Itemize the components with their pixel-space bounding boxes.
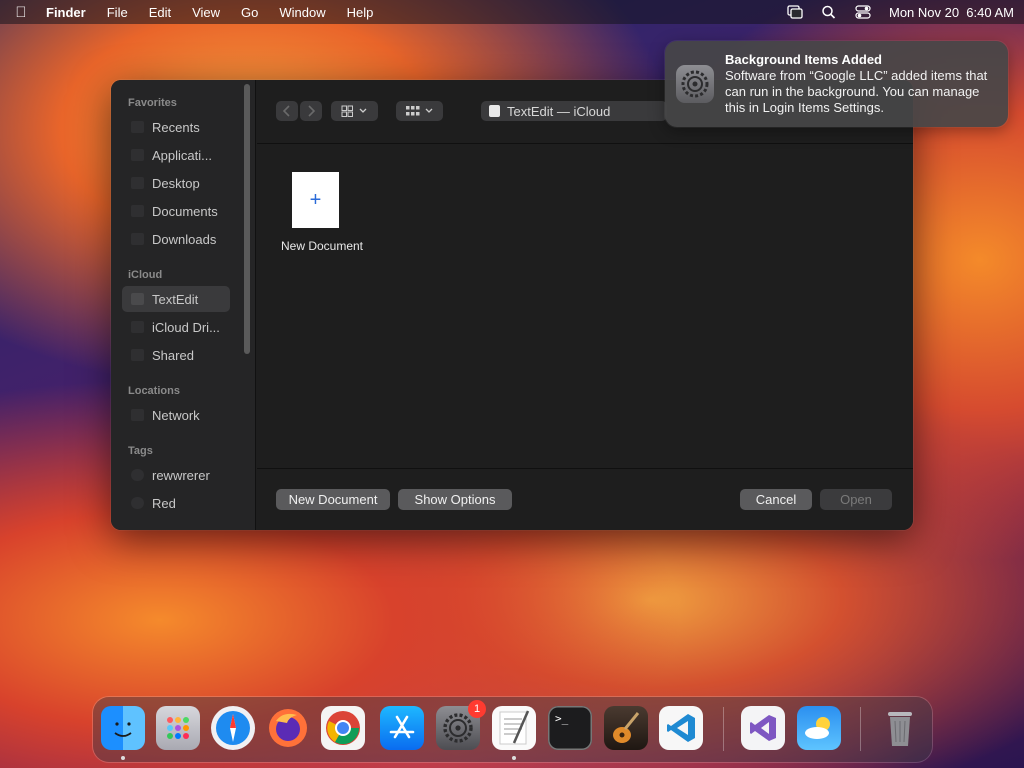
new-document-tile[interactable]: + xyxy=(292,172,339,228)
applications-icon xyxy=(131,149,144,161)
menu-go[interactable]: Go xyxy=(241,5,258,20)
safari-icon[interactable] xyxy=(211,706,255,750)
chrome-icon[interactable] xyxy=(321,706,365,750)
menu-app-name[interactable]: Finder xyxy=(46,5,86,20)
file-browser: + New Document xyxy=(257,145,913,468)
system-settings-icon xyxy=(676,65,714,103)
finder-icon[interactable] xyxy=(101,706,145,750)
menu-edit[interactable]: Edit xyxy=(149,5,171,20)
notification-banner[interactable]: Background Items Added Software from “Go… xyxy=(665,41,1008,127)
show-options-button[interactable]: Show Options xyxy=(398,489,512,510)
control-center-icon[interactable] xyxy=(855,5,871,19)
menu-help[interactable]: Help xyxy=(347,5,374,20)
sidebar-item-shared[interactable]: Shared xyxy=(122,342,230,368)
app-store-icon[interactable] xyxy=(380,706,424,750)
weather-icon[interactable] xyxy=(797,706,841,750)
sidebar-item-label: iCloud Dri... xyxy=(152,319,220,335)
sidebar-section-locations: Locations xyxy=(128,385,180,397)
search-icon[interactable] xyxy=(821,5,837,19)
clock-icon xyxy=(131,121,144,133)
garageband-icon[interactable] xyxy=(604,706,648,750)
sidebar-item-tag-red[interactable]: Red xyxy=(122,490,230,516)
firefox-icon[interactable] xyxy=(266,706,310,750)
open-button[interactable]: Open xyxy=(820,489,892,510)
sidebar-item-label: Shared xyxy=(152,347,194,363)
open-dialog: Favorites Recents Applicati... Desktop D… xyxy=(111,80,913,530)
location-label: TextEdit — iCloud xyxy=(507,103,611,119)
sidebar-section-favorites: Favorites xyxy=(128,97,177,109)
sidebar: Favorites Recents Applicati... Desktop D… xyxy=(111,80,256,530)
view-mode-button[interactable] xyxy=(331,101,378,121)
back-button[interactable] xyxy=(276,101,298,121)
shared-folder-icon xyxy=(131,349,144,361)
location-popup[interactable]: TextEdit — iCloud xyxy=(481,101,667,121)
sidebar-item-label: rewwrerer xyxy=(152,467,210,483)
apple-logo-icon[interactable]:  xyxy=(12,4,30,21)
network-icon xyxy=(131,409,144,421)
menu-clock[interactable]: Mon Nov 20 6:40 AM xyxy=(889,5,1014,20)
dialog-footer: New Document Show Options Cancel Open xyxy=(257,468,913,530)
sidebar-scrollbar[interactable] xyxy=(244,84,250,354)
terminal-prompt-icon: >_ xyxy=(555,712,569,725)
document-icon xyxy=(131,205,144,217)
sidebar-item-icloud-drive[interactable]: iCloud Dri... xyxy=(122,314,230,340)
sidebar-item-label: Recents xyxy=(152,119,200,135)
grid-view-icon xyxy=(341,105,366,117)
chevron-left-icon xyxy=(283,105,290,117)
launchpad-icon[interactable] xyxy=(156,706,200,750)
notification-badge: 1 xyxy=(468,700,486,718)
new-document-tile-label[interactable]: New Document xyxy=(267,239,377,253)
sidebar-item-label: TextEdit xyxy=(152,291,199,307)
textedit-document-icon xyxy=(489,105,500,117)
running-indicator xyxy=(121,756,125,760)
sidebar-item-label: Desktop xyxy=(152,175,200,191)
desktop-icon xyxy=(131,177,144,189)
sidebar-item-applications[interactable]: Applicati... xyxy=(122,142,230,168)
sidebar-item-textedit[interactable]: TextEdit xyxy=(122,286,230,312)
textedit-icon[interactable] xyxy=(492,706,536,750)
sidebar-section-icloud: iCloud xyxy=(128,269,163,281)
group-by-button[interactable] xyxy=(396,101,443,121)
menu-view[interactable]: View xyxy=(192,5,220,20)
cloud-icon xyxy=(131,321,144,333)
menu-file[interactable]: File xyxy=(107,5,128,20)
system-settings-dock-icon[interactable]: 1 xyxy=(436,700,486,750)
cancel-button[interactable]: Cancel xyxy=(740,489,812,510)
dock-separator xyxy=(723,707,724,751)
sidebar-item-documents[interactable]: Documents xyxy=(122,198,230,224)
notification-title: Background Items Added xyxy=(725,52,882,67)
trash-icon[interactable] xyxy=(878,706,922,750)
visual-studio-icon[interactable] xyxy=(741,706,785,750)
sidebar-item-label: Downloads xyxy=(152,231,217,247)
group-icon xyxy=(405,106,432,116)
new-document-button[interactable]: New Document xyxy=(276,489,390,510)
sidebar-item-downloads[interactable]: Downloads xyxy=(122,226,230,252)
sidebar-item-label: Documents xyxy=(152,203,218,219)
chevron-right-icon xyxy=(308,105,315,117)
tag-dot-icon xyxy=(131,497,144,509)
sidebar-item-recents[interactable]: Recents xyxy=(122,114,230,140)
sidebar-item-network[interactable]: Network xyxy=(122,402,230,428)
sidebar-item-tag-rewwrerer[interactable]: rewwrerer xyxy=(122,462,230,488)
dock: 1 >_ xyxy=(93,697,932,762)
screen-mirroring-icon[interactable] xyxy=(787,5,803,19)
plus-icon: + xyxy=(309,188,322,211)
menu-window[interactable]: Window xyxy=(279,5,325,20)
sidebar-item-label: Applicati... xyxy=(152,147,212,163)
sidebar-item-label: Red xyxy=(152,495,176,511)
menu-bar:  Finder File Edit View Go Window Help M… xyxy=(0,0,1024,24)
running-indicator xyxy=(512,756,516,760)
vscode-icon[interactable] xyxy=(659,706,703,750)
forward-button[interactable] xyxy=(300,101,322,121)
sidebar-item-desktop[interactable]: Desktop xyxy=(122,170,230,196)
notification-body: Software from “Google LLC” added items t… xyxy=(725,68,988,115)
terminal-icon[interactable]: >_ xyxy=(548,706,592,750)
dock-separator xyxy=(860,707,861,751)
tag-dot-icon xyxy=(131,469,144,481)
download-icon xyxy=(131,233,144,245)
folder-icon xyxy=(131,293,144,305)
sidebar-item-label: Network xyxy=(152,407,200,423)
sidebar-section-tags: Tags xyxy=(128,445,153,457)
